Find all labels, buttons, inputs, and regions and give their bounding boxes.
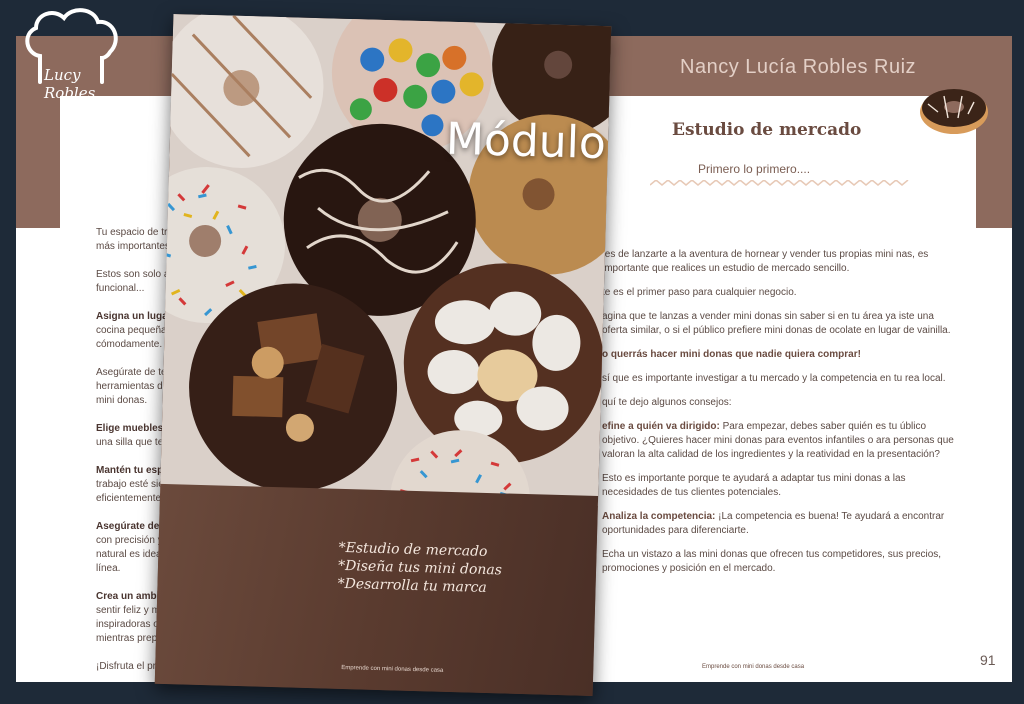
paragraph: Esto es importante porque te ayudará a a… xyxy=(602,472,954,500)
book-spread: E Tu espacio de trab más importantes.Est… xyxy=(0,0,1024,704)
paragraph-bold-lead: Asegúrate de c xyxy=(96,521,168,532)
section-heading: Estudio de mercado xyxy=(672,120,862,140)
right-page-footer: Emprende con mini donas desde casa xyxy=(702,664,805,670)
paragraph-text: cocina pequeña, cómodamente. xyxy=(96,325,170,350)
paragraph-bold-lead: efine a quién va dirigido: xyxy=(602,421,720,432)
paragraph-text: con precisión y natural es ideal línea. xyxy=(96,535,164,574)
right-page-text: tes de lanzarte a la aventura de hornear… xyxy=(602,248,954,586)
logo-text: Lucy Robles xyxy=(44,66,96,102)
brand-logo: Lucy Robles xyxy=(18,4,128,102)
paragraph-text: tes de lanzarte a la aventura de hornear… xyxy=(602,249,929,274)
paragraph-bold-lead: Mantén tu espa xyxy=(96,465,169,476)
paragraph: agina que te lanzas a vender mini donas … xyxy=(602,310,954,338)
module-cover: Módulo *Estudio de mercado *Diseña tus m… xyxy=(154,14,612,696)
paragraph: te es el primer paso para cualquier nego… xyxy=(602,286,954,300)
paragraph-text: quí te dejo algunos consejos: xyxy=(602,397,732,408)
paragraph: Analiza la competencia: ¡La competencia … xyxy=(602,510,954,538)
paragraph-text: Asegúrate de ten herramientas de mini do… xyxy=(96,367,172,406)
paragraph-bold-lead: Asigna un lugar xyxy=(96,311,172,322)
paragraph-text: Estos son solo al funcional... xyxy=(96,269,172,294)
paragraph-bold-lead: Crea un ambie xyxy=(96,591,165,602)
cover-topic-list: *Estudio de mercado *Diseña tus mini don… xyxy=(337,539,502,598)
paragraph-text: Echa un vistazo a las mini donas que ofr… xyxy=(602,549,942,574)
paragraph-text: agina que te lanzas a vender mini donas … xyxy=(602,311,951,336)
zigzag-divider xyxy=(650,180,909,186)
paragraph: o querrás hacer mini donas que nadie qui… xyxy=(602,348,954,362)
paragraph: tes de lanzarte a la aventura de hornear… xyxy=(602,248,954,276)
donuts-photo xyxy=(160,14,612,507)
donut-icon xyxy=(920,89,988,134)
paragraph-text: una silla que te p xyxy=(96,437,172,448)
paragraph-text: ¡Disfruta el pro xyxy=(96,661,162,672)
paragraph-text: Esto es importante porque te ayudará a a… xyxy=(602,473,906,498)
paragraph-bold-lead: o querrás hacer mini donas que nadie qui… xyxy=(602,349,861,360)
module-title: Módulo xyxy=(445,113,607,170)
paragraph: sí que es importante investigar a tu mer… xyxy=(602,372,954,386)
author-name: Nancy Lucía Robles Ruiz xyxy=(680,56,917,78)
paragraph-bold-lead: Analiza la competencia: xyxy=(602,511,716,522)
right-page: Nancy Lucía Robles Ruiz Estudio de merca… xyxy=(580,36,1012,682)
page-number: 91 xyxy=(980,652,996,668)
paragraph-text: te es el primer paso para cualquier nego… xyxy=(602,287,797,298)
paragraph: quí te dejo algunos consejos: xyxy=(602,396,954,410)
paragraph-bold-lead: Elige muebles y xyxy=(96,423,172,434)
paragraph: efine a quién va dirigido: Para empezar,… xyxy=(602,420,954,462)
paragraph: Echa un vistazo a las mini donas que ofr… xyxy=(602,548,954,576)
section-subheading: Primero lo primero.... xyxy=(698,162,811,176)
paragraph-text: sí que es importante investigar a tu mer… xyxy=(602,373,946,384)
